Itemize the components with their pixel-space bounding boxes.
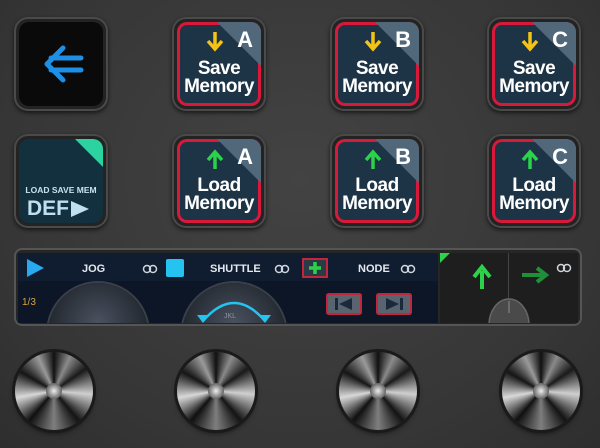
load-memory-label: Load Memory <box>335 176 419 214</box>
stop-square-icon[interactable] <box>166 259 184 277</box>
arrow-up-icon <box>364 149 382 169</box>
memory-slot-letter: B <box>395 144 411 169</box>
play-triangle-icon <box>71 201 89 217</box>
arrow-down-icon <box>364 32 382 52</box>
label-line2: Memory <box>342 76 412 97</box>
active-corner-indicator <box>440 253 450 263</box>
node-link-icon <box>400 264 416 274</box>
skip-back-icon <box>335 298 352 310</box>
jog-link-icon <box>142 264 158 274</box>
plus-icon <box>309 262 321 274</box>
def-big-label: DEF <box>27 197 69 220</box>
load-memory-a-face: A Load Memory <box>177 139 261 223</box>
load-memory-c-face: C Load Memory <box>492 139 576 223</box>
load-memory-a-button[interactable]: A Load Memory <box>172 134 266 228</box>
arrow-up-icon <box>521 149 539 169</box>
save-memory-label: Save Memory <box>492 59 576 97</box>
def-key-face: LOAD SAVE MEM DEF <box>19 139 103 223</box>
load-memory-b-button[interactable]: B Load Memory <box>330 134 424 228</box>
save-memory-c-button[interactable]: C Save Memory <box>487 17 581 111</box>
save-memory-label: Save Memory <box>177 59 261 97</box>
save-memory-a-face: A Save Memory <box>177 22 261 106</box>
label-line2: Memory <box>184 76 254 97</box>
node-label: NODE <box>358 263 390 275</box>
previous-node-button[interactable] <box>326 293 362 315</box>
def-small-label: LOAD SAVE MEM <box>25 185 97 195</box>
page-fold-icon <box>75 139 103 167</box>
label-line2: Memory <box>342 193 412 214</box>
add-node-button[interactable] <box>302 258 328 278</box>
arrow-right-icon[interactable] <box>520 265 550 285</box>
mouse-icon <box>488 298 530 323</box>
shuttle-link-icon <box>274 264 290 274</box>
control-panel: A Save Memory B Save Memory C Save Memory L… <box>0 0 600 448</box>
arrow-up-icon <box>206 149 224 169</box>
rotary-knob-4[interactable] <box>502 352 580 430</box>
trackball-panel <box>440 253 578 323</box>
rotary-knob-3[interactable] <box>339 352 417 430</box>
back-arrow-icon <box>44 45 84 83</box>
arrow-down-icon <box>521 32 539 52</box>
save-memory-label: Save Memory <box>335 59 419 97</box>
load-memory-c-button[interactable]: C Load Memory <box>487 134 581 228</box>
memory-slot-letter: C <box>552 144 568 169</box>
skip-forward-icon <box>386 298 403 310</box>
lcd-display: JOG SHUTTLE NODE 1/3 JKL <box>18 253 438 323</box>
label-line2: Memory <box>499 76 569 97</box>
page-indicator: 1/3 <box>22 297 36 308</box>
rotary-knob-1[interactable] <box>15 352 93 430</box>
jog-dial[interactable] <box>48 283 148 323</box>
memory-slot-letter: C <box>552 27 568 52</box>
memory-slot-letter: A <box>237 144 253 169</box>
arrow-up-icon[interactable] <box>470 261 494 291</box>
rotary-knob-2[interactable] <box>177 352 255 430</box>
back-key[interactable] <box>14 17 108 111</box>
link-icon <box>556 263 572 273</box>
jog-label: JOG <box>82 263 106 275</box>
load-memory-label: Load Memory <box>492 176 576 214</box>
back-key-face <box>19 22 103 106</box>
save-memory-a-button[interactable]: A Save Memory <box>172 17 266 111</box>
label-line2: Memory <box>499 193 569 214</box>
shuttle-label: SHUTTLE <box>210 263 261 275</box>
save-memory-b-face: B Save Memory <box>335 22 419 106</box>
save-memory-c-face: C Save Memory <box>492 22 576 106</box>
save-memory-b-button[interactable]: B Save Memory <box>330 17 424 111</box>
load-save-mem-def-button[interactable]: LOAD SAVE MEM DEF <box>14 134 108 228</box>
memory-slot-letter: B <box>395 27 411 52</box>
next-node-button[interactable] <box>376 293 412 315</box>
load-memory-label: Load Memory <box>177 176 261 214</box>
play-icon[interactable] <box>24 257 46 279</box>
jkl-label: JKL <box>224 313 237 320</box>
load-memory-b-face: B Load Memory <box>335 139 419 223</box>
memory-slot-letter: A <box>237 27 253 52</box>
label-line2: Memory <box>184 193 254 214</box>
arrow-down-icon <box>206 32 224 52</box>
